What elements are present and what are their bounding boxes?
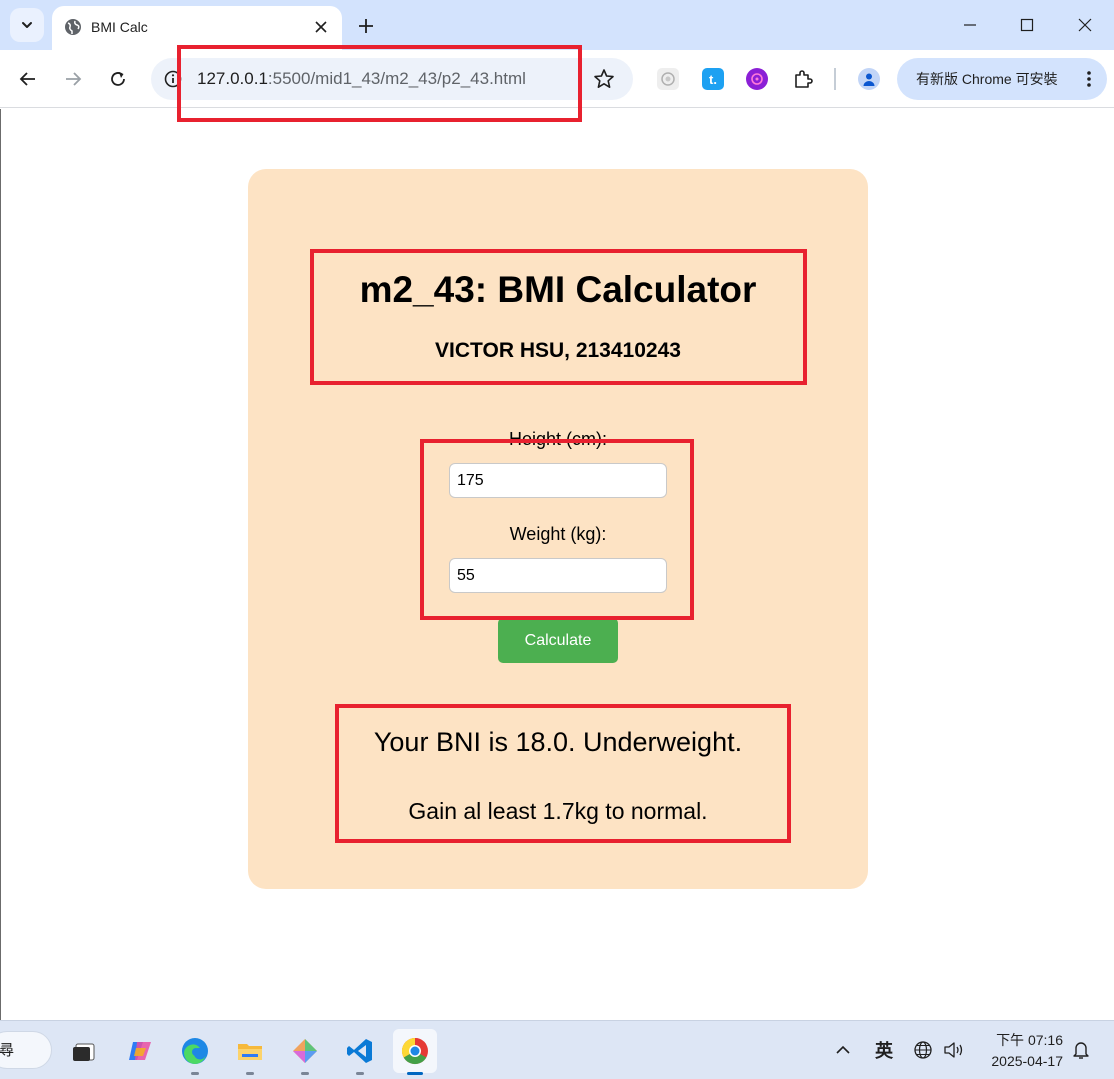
tab-strip: BMI Calc <box>0 0 1114 50</box>
maximize-icon <box>1020 18 1034 32</box>
close-icon <box>315 21 327 33</box>
forward-button[interactable] <box>58 64 88 94</box>
profile-button[interactable] <box>858 68 880 90</box>
running-indicator <box>356 1072 364 1075</box>
ime-indicator[interactable]: 英 <box>871 1039 897 1061</box>
tab-search-icon <box>22 22 32 28</box>
minimize-icon <box>964 24 976 26</box>
globe-icon <box>65 19 81 35</box>
taskbar-app-diamond[interactable] <box>283 1029 327 1075</box>
highlight-inputs <box>420 439 694 620</box>
chrome-icon <box>401 1037 428 1065</box>
running-indicator <box>301 1072 309 1075</box>
diamond-app-icon <box>293 1039 317 1063</box>
star-icon[interactable] <box>593 68 615 90</box>
copilot-icon <box>129 1042 151 1060</box>
tab-close-button[interactable] <box>310 16 332 38</box>
taskbar-task-view[interactable] <box>62 1029 106 1073</box>
tab-title: BMI Calc <box>91 19 148 35</box>
new-tab-button[interactable] <box>352 12 380 40</box>
toolbar-divider <box>834 68 836 90</box>
edge-icon <box>182 1038 208 1064</box>
highlight-url <box>177 45 582 122</box>
extensions-button[interactable] <box>792 68 814 90</box>
task-view-icon <box>73 1043 95 1061</box>
tray-overflow-button[interactable] <box>833 1039 853 1061</box>
window-close-button[interactable] <box>1070 10 1100 40</box>
taskbar-search-text: 尋 <box>0 1042 15 1059</box>
reload-button[interactable] <box>103 64 133 94</box>
highlight-header <box>310 249 807 385</box>
taskbar-vscode[interactable] <box>338 1029 382 1075</box>
bell-icon <box>1073 1042 1089 1059</box>
update-label: 有新版 Chrome 可安裝 <box>916 71 1058 87</box>
vscode-icon <box>347 1039 372 1063</box>
taskbar-chrome[interactable] <box>393 1029 437 1075</box>
clock-time[interactable]: 下午 07:16 <box>983 1031 1063 1049</box>
notifications-button[interactable] <box>1070 1039 1092 1061</box>
taskbar-copilot[interactable] <box>118 1029 162 1073</box>
volume-icon <box>944 1042 963 1058</box>
profile-icon <box>863 73 875 86</box>
active-tab[interactable]: BMI Calc <box>52 6 342 50</box>
windows-taskbar: 尋 英 下午 07:16 2025-04-17 <box>0 1020 1114 1079</box>
volume-button[interactable] <box>942 1039 966 1061</box>
close-icon <box>1078 18 1092 32</box>
back-icon <box>19 72 35 86</box>
folder-icon <box>238 1044 262 1060</box>
taskbar-file-explorer[interactable] <box>228 1029 272 1075</box>
plus-icon <box>359 19 373 33</box>
more-icon <box>1087 71 1091 87</box>
highlight-result <box>335 704 791 843</box>
network-icon <box>914 1041 932 1059</box>
extension-ai-icon[interactable] <box>657 68 679 90</box>
maximize-button[interactable] <box>1012 10 1042 40</box>
extension-purple-icon[interactable] <box>746 68 768 90</box>
taskbar-search[interactable]: 尋 <box>0 1031 52 1069</box>
back-button[interactable] <box>13 64 43 94</box>
chrome-update-button[interactable]: 有新版 Chrome 可安裝 <box>897 58 1107 100</box>
taskbar-edge[interactable] <box>173 1029 217 1075</box>
minimize-button[interactable] <box>955 10 985 40</box>
extension-icon <box>795 70 813 88</box>
running-indicator <box>191 1072 199 1075</box>
running-indicator <box>246 1072 254 1075</box>
chevron-up-icon <box>836 1045 850 1054</box>
running-indicator <box>407 1072 423 1075</box>
extension-t-icon[interactable]: t. <box>702 68 724 90</box>
calculate-button[interactable]: Calculate <box>498 618 618 663</box>
network-button[interactable] <box>912 1039 934 1061</box>
reload-icon <box>111 72 125 86</box>
tab-search-button[interactable] <box>10 8 44 42</box>
forward-icon <box>66 72 82 86</box>
clock-date[interactable]: 2025-04-17 <box>973 1052 1063 1070</box>
